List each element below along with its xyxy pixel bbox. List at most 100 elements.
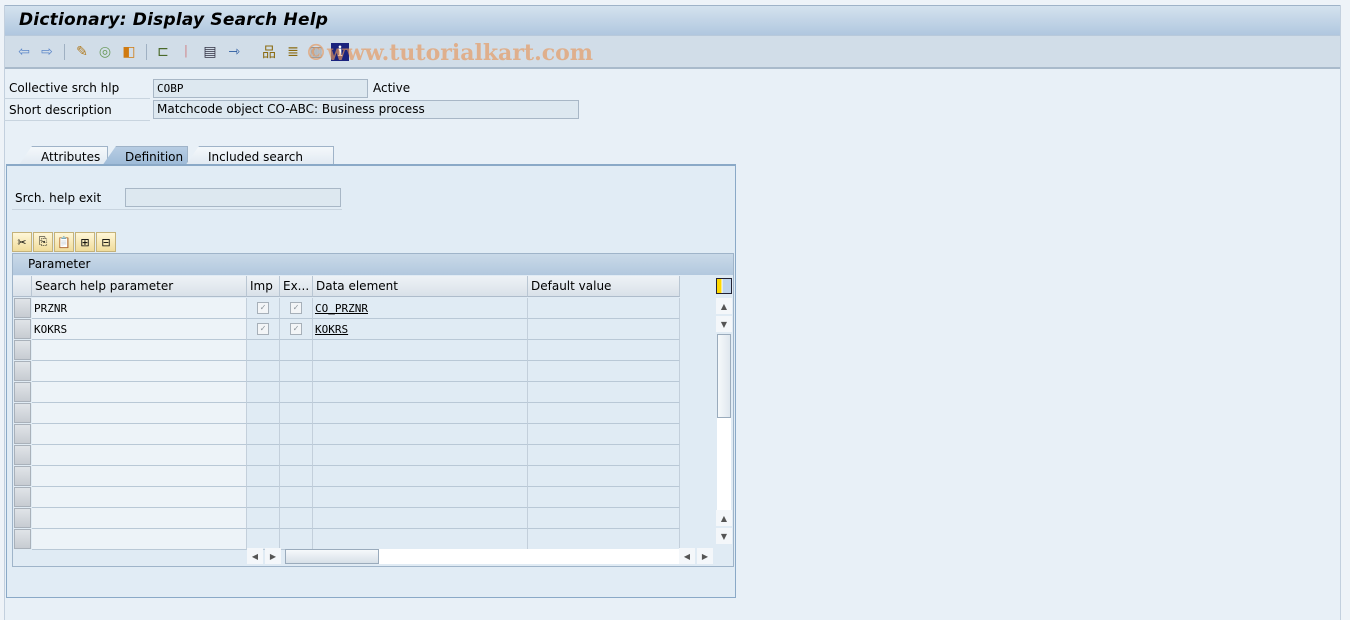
cut-icon[interactable]: ✂ [12, 232, 32, 252]
row-selector[interactable] [14, 487, 31, 507]
default-value-cell[interactable] [528, 508, 680, 529]
param-cell[interactable] [32, 361, 247, 382]
active-inactive-icon[interactable]: ◎ [96, 43, 114, 61]
param-cell[interactable] [32, 382, 247, 403]
where-used-icon[interactable]: ⊏ [154, 43, 172, 61]
data-element-cell[interactable] [313, 466, 528, 487]
display-change-icon[interactable]: ✎ [73, 43, 91, 61]
grid-title: Parameter [13, 254, 733, 275]
default-value-cell[interactable] [528, 487, 680, 508]
row-selector[interactable] [14, 529, 31, 549]
copy-icon[interactable]: ⎘ [33, 232, 53, 252]
data-element-cell[interactable] [313, 361, 528, 382]
param-cell[interactable] [32, 424, 247, 445]
exp-checkbox[interactable]: ✓ [290, 302, 302, 314]
row-selector[interactable] [14, 340, 31, 360]
horizontal-scroll-thumb[interactable] [285, 549, 379, 564]
param-cell[interactable] [32, 403, 247, 424]
default-value-cell[interactable] [528, 340, 680, 361]
short-desc-field[interactable]: Matchcode object CO-ABC: Business proces… [153, 100, 579, 119]
data-element-cell[interactable]: KOKRS [313, 319, 528, 340]
param-cell[interactable] [32, 466, 247, 487]
exp-cell: ✓ [280, 319, 313, 340]
default-value-cell[interactable] [528, 319, 680, 340]
forward-icon[interactable]: ⇨ [38, 43, 56, 61]
data-element-cell[interactable] [313, 382, 528, 403]
row-selector[interactable] [14, 445, 31, 465]
row-selector[interactable] [14, 508, 31, 528]
vertical-scroll-track[interactable] [717, 418, 731, 510]
default-value-cell[interactable] [528, 424, 680, 445]
navigate-icon[interactable]: ⇾ [225, 43, 243, 61]
row-selector[interactable] [14, 466, 31, 486]
col-header-data-element[interactable]: Data element [313, 276, 528, 297]
param-cell[interactable] [32, 445, 247, 466]
collective-field[interactable]: COBP [153, 79, 368, 98]
col-header-exp[interactable]: Ex... [280, 276, 313, 297]
scroll-far-left-icon[interactable]: ◀ [679, 548, 695, 564]
param-cell[interactable] [32, 340, 247, 361]
default-value-cell[interactable] [528, 298, 680, 319]
data-element-cell[interactable] [313, 529, 528, 550]
row-selector[interactable] [14, 403, 31, 423]
param-cell[interactable] [32, 529, 247, 550]
scroll-page-up-icon[interactable]: ▲ [716, 510, 732, 526]
vertical-scroll-thumb[interactable] [717, 334, 731, 418]
scroll-page-down-icon[interactable]: ▼ [716, 528, 732, 544]
default-value-cell[interactable] [528, 466, 680, 487]
data-element-link[interactable]: KOKRS [315, 323, 348, 336]
activate-icon[interactable]: ᛁ [177, 43, 195, 61]
imp-checkbox[interactable]: ✓ [257, 302, 269, 314]
data-element-cell[interactable] [313, 424, 528, 445]
tab-included-search-helps[interactable]: Included search helps [185, 146, 334, 166]
data-element-cell[interactable] [313, 445, 528, 466]
imp-checkbox[interactable]: ✓ [257, 323, 269, 335]
tab-attributes[interactable]: Attributes [18, 146, 108, 166]
object-list-icon[interactable]: ≣ [284, 43, 302, 61]
imp-cell [247, 382, 280, 403]
data-element-cell[interactable]: CO_PRZNR [313, 298, 528, 319]
data-element-cell[interactable] [313, 340, 528, 361]
row-selector[interactable] [14, 424, 31, 444]
default-value-cell[interactable] [528, 529, 680, 550]
param-cell[interactable]: KOKRS [32, 319, 247, 340]
col-header-default[interactable]: Default value [528, 276, 680, 297]
select-all-header[interactable] [13, 276, 32, 297]
col-header-param[interactable]: Search help parameter [32, 276, 247, 297]
default-value-cell[interactable] [528, 382, 680, 403]
data-element-cell[interactable] [313, 487, 528, 508]
back-icon[interactable]: ⇦ [15, 43, 33, 61]
paste-icon[interactable]: 📋 [54, 232, 74, 252]
row-selector[interactable] [14, 319, 31, 339]
exp-cell [280, 508, 313, 529]
hierarchy-icon[interactable]: 品 [260, 43, 278, 61]
default-value-cell[interactable] [528, 403, 680, 424]
imp-cell [247, 445, 280, 466]
row-selector[interactable] [14, 382, 31, 402]
exit-field[interactable] [125, 188, 341, 207]
scroll-down-icon[interactable]: ▼ [716, 316, 732, 332]
row-selector[interactable] [14, 361, 31, 381]
scroll-right-icon[interactable]: ▶ [265, 548, 281, 564]
default-value-cell[interactable] [528, 361, 680, 382]
row-selector[interactable] [14, 298, 31, 318]
insert-row-icon[interactable]: ⊞ [75, 232, 95, 252]
default-value-cell[interactable] [528, 445, 680, 466]
param-cell[interactable] [32, 487, 247, 508]
exp-checkbox[interactable]: ✓ [290, 323, 302, 335]
scroll-far-right-icon[interactable]: ▶ [697, 548, 713, 564]
delete-row-icon[interactable]: ⊟ [96, 232, 116, 252]
data-element-cell[interactable] [313, 508, 528, 529]
imp-cell [247, 529, 280, 550]
col-header-imp[interactable]: Imp [247, 276, 280, 297]
scroll-left-icon[interactable]: ◀ [247, 548, 263, 564]
other-object-icon[interactable]: ◧ [120, 43, 138, 61]
scroll-up-icon[interactable]: ▲ [716, 298, 732, 314]
tab-definition[interactable]: Definition [102, 146, 188, 166]
layout-settings-icon[interactable] [716, 278, 732, 294]
data-element-cell[interactable] [313, 403, 528, 424]
param-cell[interactable]: PRZNR [32, 298, 247, 319]
test-icon[interactable]: ▤ [201, 43, 219, 61]
param-cell[interactable] [32, 508, 247, 529]
data-element-link[interactable]: CO_PRZNR [315, 302, 368, 315]
